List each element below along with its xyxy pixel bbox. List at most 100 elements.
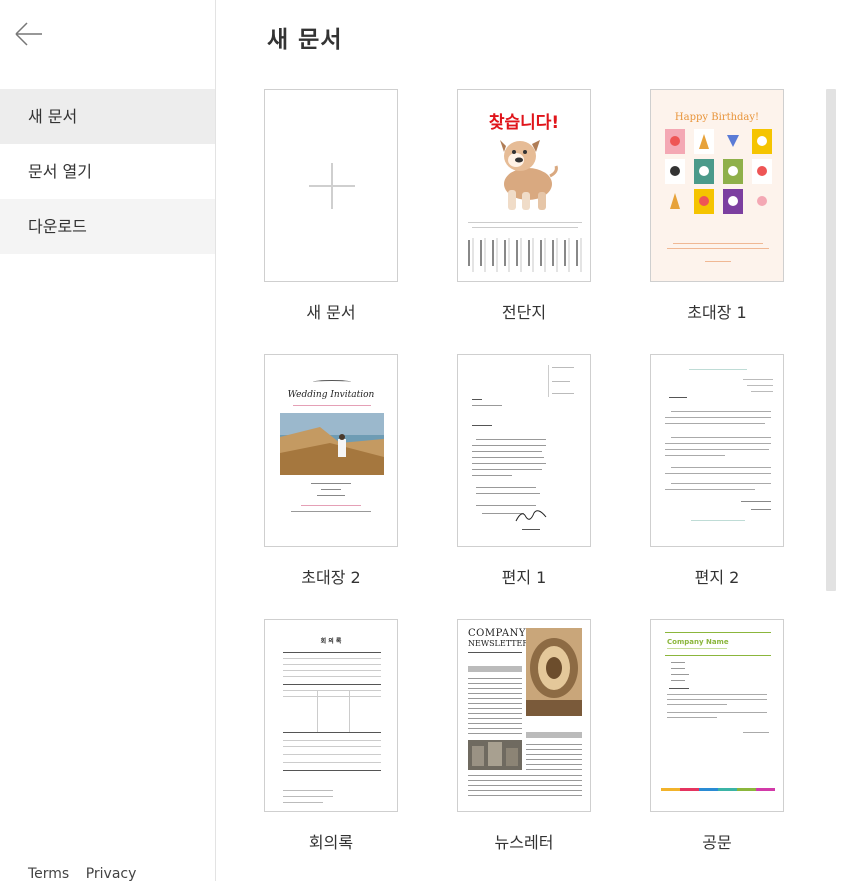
table-rule [317,690,318,732]
text-line [468,693,522,694]
text-line [283,802,323,803]
dog-image [500,140,558,210]
text-line [472,475,512,476]
template-label: 회의록 [308,833,354,852]
template-invitation-2[interactable]: Wedding Invitation 초대장 2 [264,354,398,588]
text-line [472,469,542,470]
text-line [667,248,769,249]
text-line [552,393,574,394]
template-invitation-1[interactable]: Happy Birthday! 초대장 1 [650,89,784,323]
text-line [468,795,582,796]
newsletter-heading: COMPANY [468,628,526,639]
text-line [321,489,341,490]
template-flyer[interactable]: 찾습니다! 전단지 [457,89,591,323]
template-thumbnail: Company Name [650,619,784,812]
text-line [468,775,582,776]
table-rule [283,746,381,747]
text-line [526,754,582,755]
text-line [526,744,582,745]
text-line [751,509,771,510]
text-line [311,483,351,484]
text-line [468,678,522,679]
back-button[interactable] [13,20,45,48]
table-rule [283,684,381,685]
text-line [665,449,769,450]
text-line [472,405,502,406]
sidebar-item-open-document[interactable]: 문서 열기 [0,144,215,199]
table-rule [349,690,350,732]
text-line [468,652,522,653]
company-name-heading: Company Name [667,638,729,646]
building-photo [468,740,522,770]
divider [548,365,549,397]
text-line [468,708,522,709]
template-thumbnail: COMPANY NEWSLETTER [457,619,591,812]
template-label: 초대장 2 [301,568,361,587]
text-line [665,455,725,456]
table-rule [283,690,381,691]
plus-icon-stroke [331,163,333,209]
text-line [476,487,536,488]
privacy-link[interactable]: Privacy [86,866,137,881]
sidebar-item-new-document[interactable]: 새 문서 [0,89,215,144]
text-line [747,385,773,386]
text-line [317,495,345,496]
text-line [671,437,771,438]
table-rule [283,770,381,771]
template-letter-2[interactable]: 편지 2 [650,354,784,588]
template-label: 초대장 1 [687,303,747,322]
terms-link[interactable]: Terms [28,866,69,881]
text-line [673,243,763,244]
footer-links: Terms Privacy [28,866,148,881]
text-line [671,411,771,412]
app-window: 새 문서 문서 열기 다운로드 Terms Privacy 새 문서 새 문서 [0,0,847,881]
text-line [472,451,542,452]
text-line [293,405,371,406]
ornament-line [689,369,747,370]
scrollbar-thumb[interactable] [826,89,836,591]
accent-line [665,632,771,633]
arrow-left-icon [15,22,42,46]
text-line [468,790,582,791]
sidebar-nav: 새 문서 문서 열기 다운로드 [0,89,215,254]
text-line [472,457,544,458]
text-line [526,759,582,760]
text-line [283,790,333,791]
table-rule [283,652,381,653]
template-official-letter[interactable]: Company Name 공문 [650,619,784,853]
text-line [476,493,540,494]
text-line [468,733,522,734]
template-meeting-minutes[interactable]: 회 의 록 회의록 [264,619,398,853]
template-new-document[interactable]: 새 문서 [264,89,398,323]
wedding-heading: Wedding Invitation [287,390,375,400]
template-thumbnail: Wedding Invitation [264,354,398,547]
template-label: 뉴스레터 [494,833,554,852]
text-line [667,648,727,649]
text-line [667,712,767,713]
table-rule [283,664,381,665]
flyer-heading: 찾습니다! [488,113,560,133]
template-thumbnail: 회 의 록 [264,619,398,812]
text-line [472,425,492,426]
table-rule [283,754,381,755]
text-line [667,694,767,695]
text-line [667,717,717,718]
sidebar: 새 문서 문서 열기 다운로드 Terms Privacy [0,0,216,881]
text-line [671,483,771,484]
text-line [671,680,685,681]
template-label: 전단지 [501,303,547,322]
template-letter-1[interactable]: 편지 1 [457,354,591,588]
text-line [472,227,578,228]
text-line [301,505,361,506]
table-rule [283,762,381,763]
birthday-heading: Happy Birthday! [674,112,760,123]
text-line [472,399,482,400]
text-line [476,505,536,506]
text-line [665,443,771,444]
sidebar-item-download[interactable]: 다운로드 [0,199,215,254]
text-line [741,501,771,502]
template-thumbnail [650,354,784,547]
template-newsletter[interactable]: COMPANY NEWSLETTER 뉴스레터 [457,619,591,853]
text-line [665,417,771,418]
text-line [552,381,570,382]
